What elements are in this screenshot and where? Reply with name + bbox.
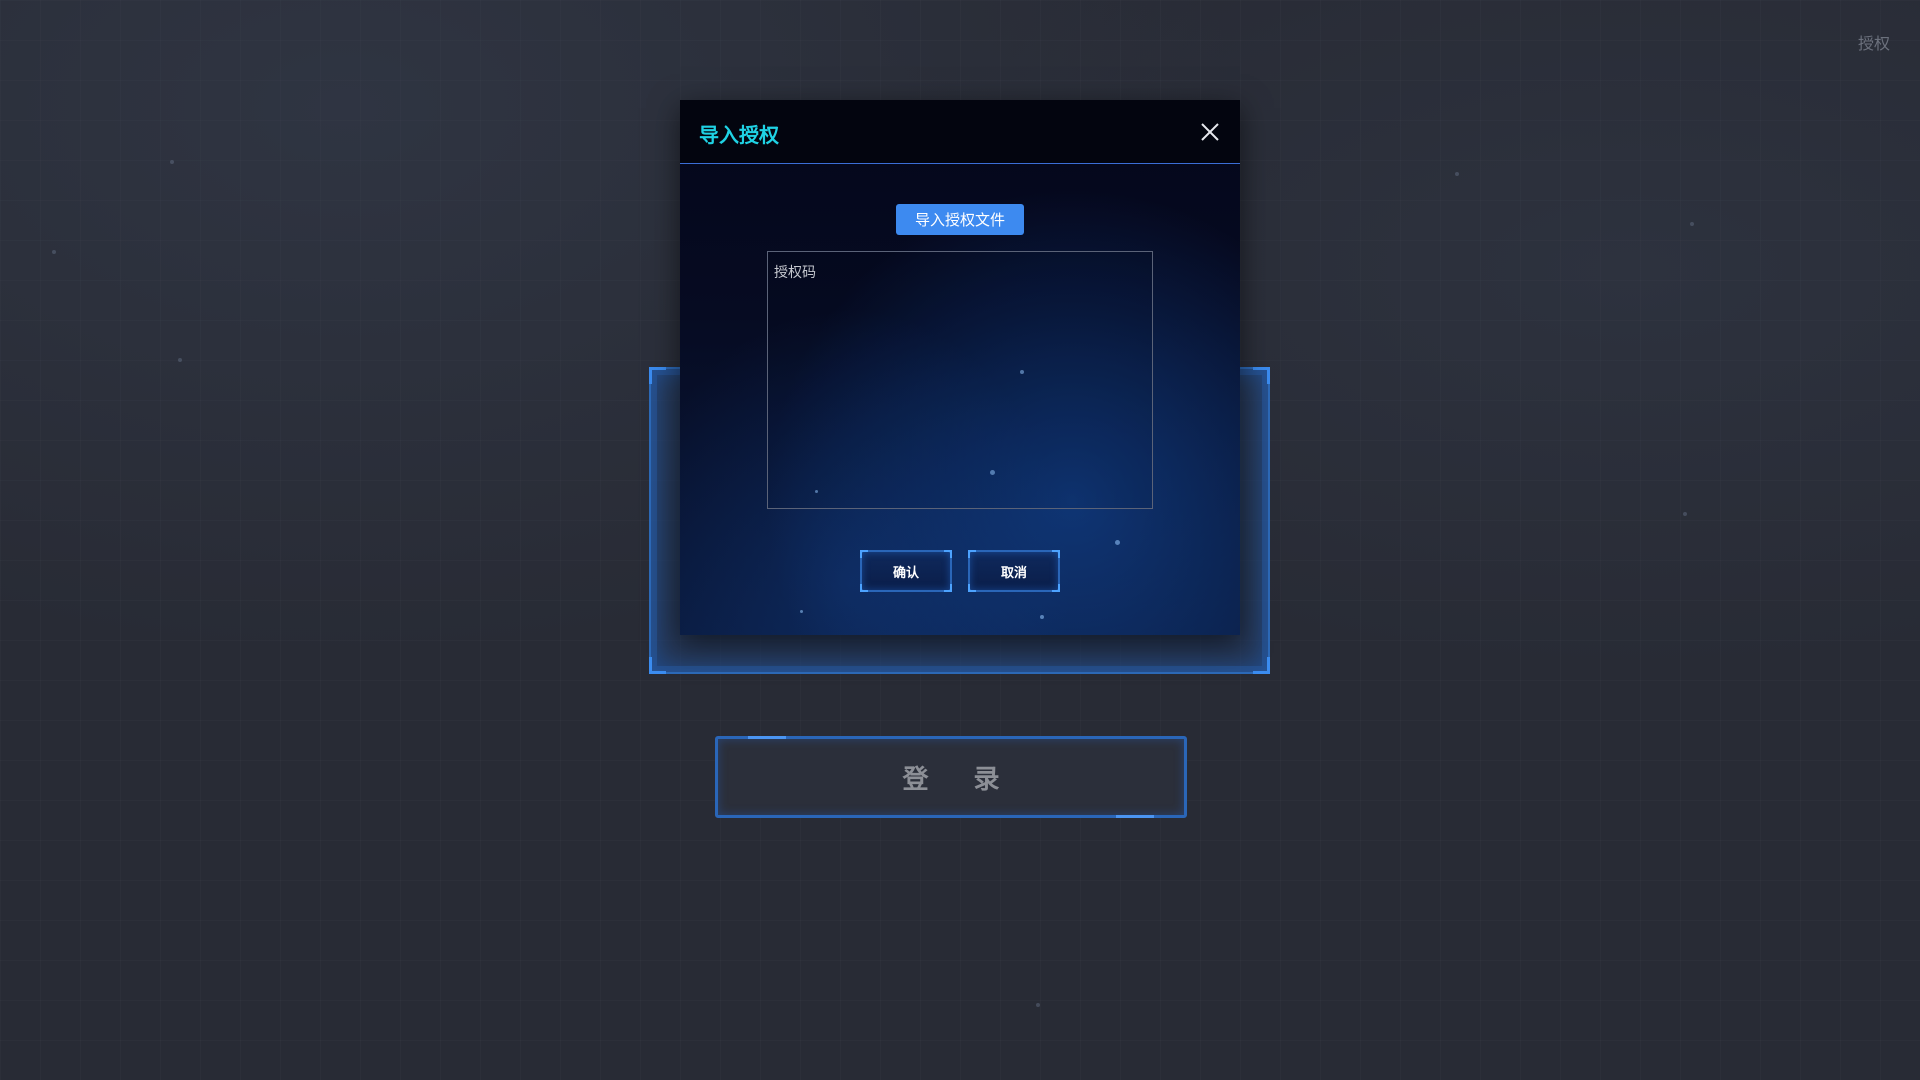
button-corner-ornament [860,550,868,558]
background-speck [52,250,56,254]
button-corner-ornament [968,550,976,558]
button-corner-ornament [968,584,976,592]
dialog-header: 导入授权 [680,100,1240,164]
panel-corner-ornament [649,367,666,384]
confirm-button-label: 确认 [892,565,919,581]
import-auth-dialog: 导入授权 导入授权文件 确认 取消 [680,100,1240,635]
dialog-title: 导入授权 [699,123,779,147]
cancel-button-label: 取消 [1000,565,1027,581]
background-speck [1455,172,1459,176]
background-speck [1690,222,1694,226]
button-corner-ornament [944,550,952,558]
background-speck [1683,512,1687,516]
star-decoration [1115,540,1120,545]
star-decoration [1040,615,1044,619]
button-corner-ornament [944,584,952,592]
button-edge-ornament [1116,815,1154,818]
background-speck [170,160,174,164]
cancel-button[interactable]: 取消 [968,550,1060,592]
star-decoration [800,610,803,613]
button-corner-ornament [1052,584,1060,592]
panel-corner-ornament [1253,657,1270,674]
confirm-button[interactable]: 确认 [860,550,952,592]
panel-corner-ornament [649,657,666,674]
close-icon[interactable] [1200,122,1220,142]
import-auth-file-button[interactable]: 导入授权文件 [896,204,1024,235]
button-corner-ornament [1052,550,1060,558]
background-speck [1036,1003,1040,1007]
panel-corner-ornament [1253,367,1270,384]
login-button-label: 登 录 [902,764,1018,795]
background-speck [178,358,182,362]
button-edge-ornament [748,736,786,739]
button-corner-ornament [860,584,868,592]
auth-code-textarea[interactable] [767,251,1153,509]
auth-link[interactable]: 授权 [1858,30,1890,54]
login-button[interactable]: 登 录 [715,736,1187,818]
login-page-background: 授权 登 录 导入授权 导入授权文件 授权码 确认 取消 [0,0,1920,1080]
